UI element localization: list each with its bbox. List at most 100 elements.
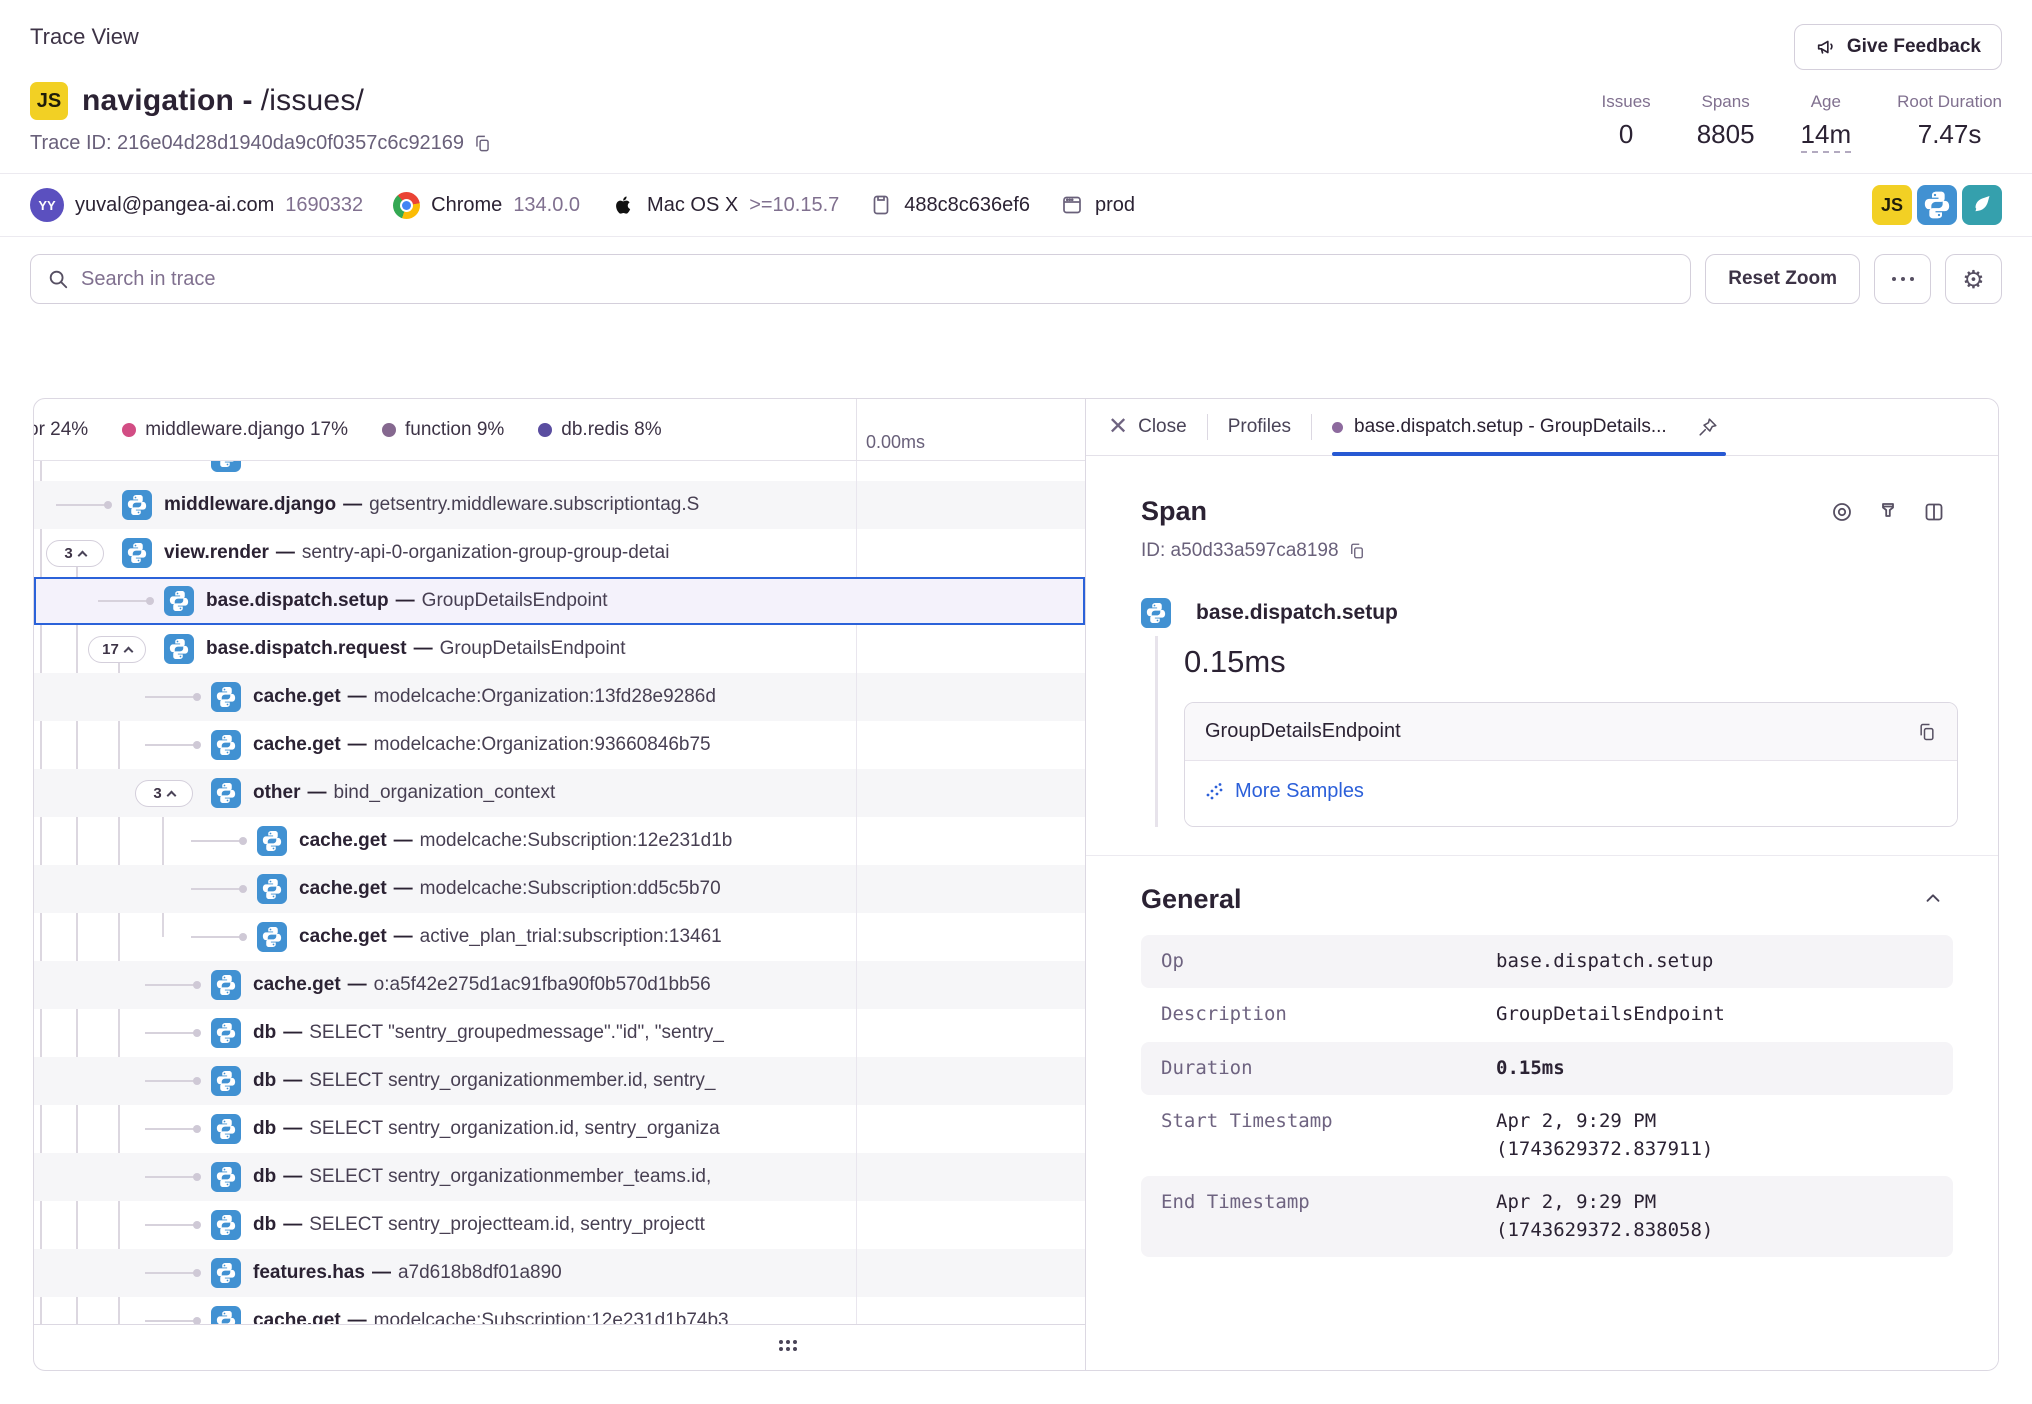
browser-name: Chrome	[431, 194, 502, 217]
kv-row-description: DescriptionGroupDetailsEndpoint	[1141, 988, 1953, 1042]
pin-icon[interactable]	[1690, 409, 1726, 445]
span-row[interactable]: features.has—a7d618b8df01a890	[34, 1249, 1085, 1297]
active-span-tab[interactable]: base.dispatch.setup - GroupDetails...	[1332, 409, 1726, 445]
general-heading: General	[1141, 884, 1242, 915]
legend-item-middleware-django[interactable]: middleware.django 17%	[122, 419, 348, 441]
span-row[interactable]: 3view.render—sentry-api-0-organization-g…	[34, 529, 1085, 577]
focus-icon[interactable]	[1830, 500, 1854, 524]
kv-key: Duration	[1161, 1055, 1496, 1083]
span-row[interactable]: cache.get—modelcache:Organization:936608…	[34, 721, 1085, 769]
span-row[interactable]: cache.get—modelcache:Subscription:dd5c5b…	[34, 865, 1085, 913]
span-op: cache.get	[253, 686, 341, 708]
separator: —	[414, 638, 433, 660]
python-icon	[122, 490, 152, 520]
chevron-up-icon[interactable]	[1922, 888, 1944, 910]
search-input[interactable]	[81, 268, 1674, 291]
span-op-name: base.dispatch.setup	[1196, 601, 1398, 625]
span-op: db	[253, 1022, 276, 1044]
copy-icon[interactable]	[473, 134, 492, 153]
stat-value: 8805	[1697, 119, 1755, 150]
span-row-content: base.dispatch.setup—GroupDetailsEndpoint	[34, 577, 856, 625]
span-op: base.dispatch.setup	[206, 590, 389, 612]
tree-connector-dot	[193, 1317, 201, 1324]
span-row[interactable]: 17base.dispatch.request—GroupDetailsEndp…	[34, 625, 1085, 673]
copy-icon[interactable]	[1348, 542, 1366, 560]
tree-connector-dot	[193, 1029, 201, 1037]
profiles-tab[interactable]: Profiles	[1228, 416, 1291, 438]
span-row[interactable]: cache.get—active_plan_trial:subscription…	[34, 913, 1085, 961]
collapse-badge[interactable]: 3	[46, 540, 104, 567]
python-icon	[211, 730, 241, 760]
python-icon	[257, 826, 287, 856]
kv-value: Apr 2, 9:29 PM(1743629372.837911)	[1496, 1108, 1713, 1163]
python-icon	[211, 682, 241, 712]
tree-connector-line	[56, 504, 108, 506]
flashlight-icon[interactable]	[1876, 500, 1900, 524]
span-row[interactable]: 3other—bind_organization_context	[34, 769, 1085, 817]
span-row[interactable]: cache.get—modelcache:Organization:13fd28…	[34, 673, 1085, 721]
give-feedback-button[interactable]: Give Feedback	[1794, 24, 2002, 70]
platform-badge-js: JS	[30, 82, 68, 120]
device-icon	[869, 193, 893, 217]
tree-connector-line	[145, 744, 197, 746]
span-row[interactable]: db—SELECT sentry_organization.id, sentry…	[34, 1105, 1085, 1153]
panel-bottom-bar	[34, 1324, 1085, 1370]
drag-handle-icon[interactable]	[779, 1340, 800, 1354]
span-description: SELECT sentry_organizationmember.id, sen…	[309, 1070, 715, 1092]
python-icon	[211, 1114, 241, 1144]
span-row[interactable]: cache.get—modelcache:Subscription:12e231…	[34, 1297, 1085, 1324]
span-row[interactable]: cache.get—o:a5f42e275d1ac91fba90f0b570d1…	[34, 961, 1085, 1009]
os-version: >=10.15.7	[749, 194, 839, 217]
stat-label: Root Duration	[1897, 92, 2002, 112]
tree-connector-dot	[193, 1077, 201, 1085]
stat-label: Age	[1811, 92, 1841, 112]
close-tab[interactable]: ✕ Close	[1108, 415, 1187, 439]
ellipsis-icon	[1892, 277, 1914, 281]
tree-connector-line	[145, 984, 197, 986]
legend-item-db-redis[interactable]: db.redis 8%	[538, 419, 661, 441]
side-panel-icon[interactable]	[1922, 500, 1946, 524]
reset-zoom-button[interactable]: Reset Zoom	[1705, 254, 1860, 304]
tree-connector-dot	[193, 1269, 201, 1277]
span-op: cache.get	[253, 1310, 341, 1324]
apple-icon	[610, 192, 636, 218]
kv-row-end-timestamp: End TimestampApr 2, 9:29 PM(1743629372.8…	[1141, 1176, 1953, 1257]
tree-connector-dot	[193, 1173, 201, 1181]
search-box[interactable]	[30, 254, 1691, 304]
collapse-badge[interactable]: 3	[135, 780, 193, 807]
span-row-content: cache.get—o:a5f42e275d1ac91fba90f0b570d1…	[34, 961, 856, 1009]
tree-connector-dot	[239, 933, 247, 941]
separator: —	[283, 1166, 302, 1188]
separator: —	[348, 686, 367, 708]
span-row[interactable]: middleware.django—getsentry.middleware.s…	[34, 481, 1085, 529]
span-row[interactable]: db—SELECT sentry_organizationmember.id, …	[34, 1057, 1085, 1105]
span-description: modelcache:Subscription:12e231d1b	[420, 830, 733, 852]
tree-connector-line	[145, 1128, 197, 1130]
legend-item-or[interactable]: or 24%	[34, 419, 88, 441]
more-options-button[interactable]	[1874, 254, 1931, 304]
more-samples-link[interactable]: More Samples	[1205, 780, 1364, 803]
span-row[interactable]: db—SELECT sentry_organizationmember_team…	[34, 1153, 1085, 1201]
separator: —	[372, 1262, 391, 1284]
span-description: active_plan_trial:subscription:13461	[420, 926, 722, 948]
span-row[interactable]	[34, 461, 1085, 481]
span-heading: Span	[1141, 496, 1207, 527]
tree-connector-line	[191, 936, 243, 938]
search-icon	[47, 268, 69, 290]
span-op: db	[253, 1118, 276, 1140]
span-row[interactable]: cache.get—modelcache:Subscription:12e231…	[34, 817, 1085, 865]
span-row[interactable]: base.dispatch.setup—GroupDetailsEndpoint	[34, 577, 1085, 625]
settings-button[interactable]: ⚙	[1945, 254, 2002, 304]
kv-value: GroupDetailsEndpoint	[1496, 1001, 1725, 1029]
python-icon	[257, 874, 287, 904]
span-op: cache.get	[299, 830, 387, 852]
copy-icon[interactable]	[1917, 722, 1937, 742]
tree-connector-line	[145, 1176, 197, 1178]
span-row[interactable]: db—SELECT "sentry_groupedmessage"."id", …	[34, 1009, 1085, 1057]
python-icon	[211, 461, 241, 472]
collapse-badge[interactable]: 17	[88, 636, 146, 663]
span-op: cache.get	[299, 878, 387, 900]
span-row-content: cache.get—active_plan_trial:subscription…	[34, 913, 856, 961]
legend-item-function[interactable]: function 9%	[382, 419, 504, 441]
span-row[interactable]: db—SELECT sentry_projectteam.id, sentry_…	[34, 1201, 1085, 1249]
